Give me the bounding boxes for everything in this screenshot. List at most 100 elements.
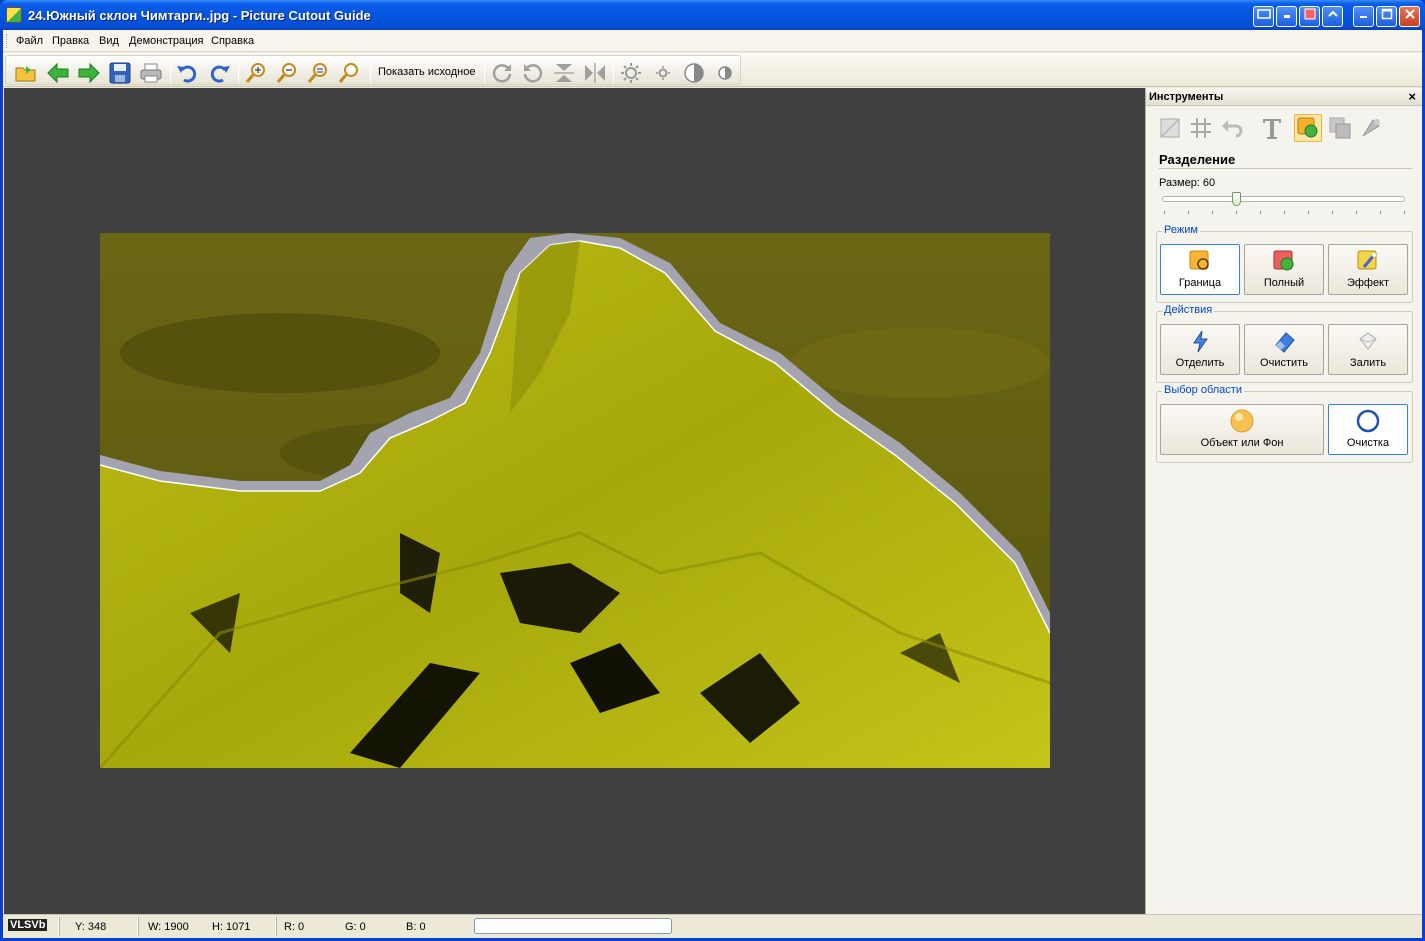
rotate-left-icon[interactable] <box>521 61 545 85</box>
forward-arrow-icon[interactable] <box>77 61 101 85</box>
effects-tool-icon[interactable] <box>1357 114 1385 142</box>
replace-bg-tool-icon[interactable] <box>1326 114 1354 142</box>
size-slider-thumb[interactable] <box>1232 192 1241 206</box>
effect-mode-button[interactable]: Эффект <box>1328 244 1408 295</box>
slider-tick <box>1308 211 1309 214</box>
grid-tool-icon[interactable] <box>1187 114 1215 142</box>
status-logo: VLSVb <box>8 919 48 931</box>
full-mode-button[interactable]: Полный <box>1244 244 1324 295</box>
clear-button[interactable]: Очистить <box>1244 324 1324 375</box>
cutout-tool-icon[interactable] <box>1294 114 1322 142</box>
clear-label: Очистить <box>1260 357 1308 369</box>
status-bar: VLSVb Y: 348 W: 1900 H: 1071 R: 0 G: 0 B… <box>3 914 1422 938</box>
status-red: R: 0 <box>284 921 305 933</box>
menu-demo[interactable]: Демонстрация <box>129 35 204 47</box>
slider-tick <box>1404 211 1405 214</box>
back-arrow-icon[interactable] <box>46 61 70 85</box>
cleanup-circle-icon <box>1356 409 1380 433</box>
toolbar: Показать исходное <box>3 53 1422 87</box>
undo-icon[interactable] <box>176 61 200 85</box>
status-divider <box>137 917 139 936</box>
toolbar-separator <box>613 62 614 84</box>
status-green: G: 0 <box>345 921 366 933</box>
tray-button[interactable] <box>1253 6 1274 27</box>
zoom-out-icon[interactable] <box>275 61 299 85</box>
slider-tick <box>1236 211 1237 214</box>
maximize-icon <box>1381 8 1392 20</box>
help-button[interactable] <box>1276 6 1297 27</box>
maximize-button[interactable] <box>1376 6 1397 27</box>
panel-header: Инструменты × <box>1146 88 1422 106</box>
rollup-button[interactable] <box>1322 6 1343 27</box>
area-selection-group: Выбор области Объект или Фон Очистка <box>1156 384 1413 463</box>
flip-vertical-icon[interactable] <box>552 61 576 85</box>
crop-tool-icon[interactable] <box>1156 114 1184 142</box>
menu-edit[interactable]: Правка <box>52 35 89 47</box>
undo-tool-icon[interactable] <box>1218 114 1246 142</box>
panel-title: Инструменты <box>1149 91 1224 103</box>
show-original-button[interactable]: Показать исходное <box>378 66 475 78</box>
text-tool-icon[interactable] <box>1258 114 1286 142</box>
fill-button[interactable]: Залить <box>1328 324 1408 375</box>
rotate-right-icon[interactable] <box>490 61 514 85</box>
image-canvas[interactable] <box>4 88 1145 914</box>
full-mode-icon <box>1273 250 1294 271</box>
contrast-up-icon[interactable] <box>682 61 706 85</box>
separate-button[interactable]: Отделить <box>1160 324 1240 375</box>
border-mode-button[interactable]: Граница <box>1160 244 1240 295</box>
toolbar-separator <box>170 62 171 84</box>
mode-group-label: Режим <box>1162 224 1200 236</box>
palette-button[interactable] <box>1299 6 1320 27</box>
save-icon[interactable] <box>108 61 132 85</box>
mode-group: Режим Граница Полный Эффект <box>1156 224 1413 303</box>
lightning-icon <box>1193 330 1208 353</box>
separate-label: Отделить <box>1175 357 1225 369</box>
status-divider <box>58 917 60 936</box>
zoom-actual-icon[interactable] <box>337 61 361 85</box>
tray-icon <box>1256 9 1271 19</box>
contrast-down-icon[interactable] <box>713 61 737 85</box>
minimize-button[interactable] <box>1353 6 1374 27</box>
brightness-down-icon[interactable] <box>651 61 675 85</box>
status-width: W: 1900 <box>148 921 189 933</box>
brightness-up-icon[interactable] <box>619 61 643 85</box>
menu-help[interactable]: Справка <box>211 35 254 47</box>
progress-bar <box>474 918 672 934</box>
working-image[interactable] <box>100 233 1050 768</box>
panel-close-button[interactable]: × <box>1408 89 1416 104</box>
border-mode-icon <box>1189 250 1209 270</box>
menu-bar: Файл Правка Вид Демонстрация Справка <box>3 30 1422 52</box>
zoom-fit-icon[interactable] <box>306 61 330 85</box>
menu-view[interactable]: Вид <box>99 35 119 47</box>
eraser-icon <box>1275 332 1295 353</box>
slider-tick <box>1284 211 1285 214</box>
size-slider[interactable] <box>1162 196 1405 202</box>
palette-icon <box>1304 8 1315 20</box>
cleanup-label: Очистка <box>1346 437 1390 449</box>
window-title: 24.Южный склон Чимтарги..jpg - Picture C… <box>28 8 371 23</box>
status-y: Y: 348 <box>75 921 107 933</box>
border-mode-label: Граница <box>1178 277 1222 289</box>
tools-panel: Инструменты × Разделение Размер: 60 Режи… <box>1145 88 1422 914</box>
close-button[interactable] <box>1399 6 1420 27</box>
slider-tick <box>1356 211 1357 214</box>
menu-file[interactable]: Файл <box>16 35 43 47</box>
object-circle-icon <box>1230 409 1254 433</box>
print-icon[interactable] <box>139 61 163 85</box>
redo-icon[interactable] <box>207 61 231 85</box>
slider-tick <box>1188 211 1189 214</box>
actions-group-label: Действия <box>1162 304 1215 316</box>
window-frame: Файл Правка Вид Демонстрация Справка Пок… <box>3 30 1422 938</box>
actions-group: Действия Отделить Очистить Залить <box>1156 304 1413 383</box>
mountain-image <box>100 233 1050 768</box>
toolbar-separator <box>370 62 371 84</box>
open-folder-icon[interactable] <box>14 61 38 85</box>
cleanup-button[interactable]: Очистка <box>1328 404 1408 455</box>
zoom-in-icon[interactable] <box>244 61 268 85</box>
slider-tick <box>1380 211 1381 214</box>
status-blue: B: 0 <box>406 921 426 933</box>
flip-horizontal-icon[interactable] <box>583 61 607 85</box>
effect-mode-label: Эффект <box>1346 277 1390 289</box>
object-or-background-button[interactable]: Объект или Фон <box>1160 404 1324 455</box>
title-bar: 24.Южный склон Чимтарги..jpg - Picture C… <box>0 0 1425 30</box>
